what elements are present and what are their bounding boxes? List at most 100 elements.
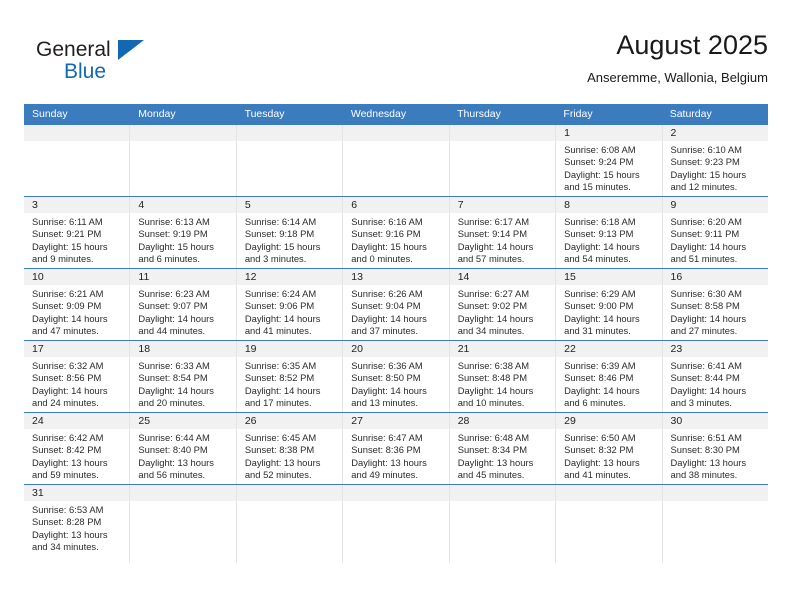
day-info-line: Daylight: 13 hours bbox=[564, 456, 640, 468]
day-info-line: Daylight: 14 hours bbox=[564, 312, 640, 324]
calendar-day-cell[interactable]: 19 Sunrise: 6:35 AM Sunset: 8:52 PM Dayligh… bbox=[235, 341, 343, 412]
calendar-day-cell[interactable]: 6 Sunrise: 6:16 AM Sunset: 9:16 PM Daylight… bbox=[342, 197, 449, 268]
day-info-line: Daylight: 13 hours bbox=[457, 456, 534, 468]
day-number: 24 bbox=[24, 413, 130, 429]
day-info-line: and 0 minutes. bbox=[351, 252, 413, 264]
calendar-day-cell[interactable]: 9 Sunrise: 6:20 AM Sunset: 9:11 PM Daylight… bbox=[661, 197, 768, 268]
calendar-day-cell[interactable]: 4 Sunrise: 6:13 AM Sunset: 9:19 PM Daylight… bbox=[129, 197, 236, 268]
day-info-line: and 59 minutes. bbox=[32, 468, 99, 480]
day-info-line: Sunset: 8:28 PM bbox=[32, 516, 102, 528]
day-info-line: Sunset: 8:42 PM bbox=[32, 444, 102, 456]
day-info-line: and 41 minutes. bbox=[564, 468, 631, 480]
day-info-line: Daylight: 15 hours bbox=[244, 240, 321, 252]
weekday-header-thursday: Thursday bbox=[457, 108, 501, 120]
day-number bbox=[24, 125, 130, 141]
calendar-day-cell[interactable]: 3 Sunrise: 6:11 AM Sunset: 9:21 PM Daylight… bbox=[24, 197, 130, 268]
calendar-day-cell[interactable]: 23 Sunrise: 6:41 AM Sunset: 8:44 PM Dayligh… bbox=[661, 341, 768, 412]
calendar-day-cell[interactable]: 13 Sunrise: 6:26 AM Sunset: 9:04 PM Dayligh… bbox=[342, 269, 449, 340]
calendar-empty-cell bbox=[448, 485, 556, 563]
day-info-line: and 31 minutes. bbox=[564, 324, 631, 336]
day-info-line: Sunrise: 6:27 AM bbox=[457, 288, 530, 299]
calendar-empty-cell bbox=[448, 125, 556, 196]
calendar-day-cell[interactable]: 5 Sunrise: 6:14 AM Sunset: 9:18 PM Daylight… bbox=[235, 197, 343, 268]
day-info-line: Daylight: 14 hours bbox=[351, 384, 427, 396]
calendar-weeks: 1 Sunrise: 6:08 AM Sunset: 9:24 PM Daylight… bbox=[24, 125, 768, 563]
day-info-line: Sunset: 9:07 PM bbox=[138, 300, 208, 312]
calendar-day-cell[interactable]: 16 Sunrise: 6:30 AM Sunset: 8:58 PM Dayligh… bbox=[661, 269, 768, 340]
blue-triangle-logo-icon bbox=[118, 40, 144, 60]
day-info-line: Daylight: 14 hours bbox=[457, 240, 534, 252]
calendar-day-cell[interactable]: 12 Sunrise: 6:24 AM Sunset: 9:06 PM Dayligh… bbox=[235, 269, 343, 340]
calendar-day-cell[interactable]: 26 Sunrise: 6:45 AM Sunset: 8:38 PM Dayligh… bbox=[235, 413, 343, 484]
day-sun-info: Sunrise: 6:33 AM Sunset: 8:54 PM Daylight:… bbox=[130, 357, 235, 409]
day-sun-info: Sunrise: 6:38 AM Sunset: 8:48 PM Daylight:… bbox=[450, 357, 555, 409]
day-info-line: Sunrise: 6:35 AM bbox=[244, 360, 317, 371]
day-info-line: and 41 minutes. bbox=[244, 324, 312, 336]
day-info-line: Sunrise: 6:29 AM bbox=[564, 288, 636, 299]
day-info-line: Sunrise: 6:23 AM bbox=[138, 288, 210, 299]
brand-logo[interactable]: General Blue bbox=[36, 38, 176, 90]
calendar-day-cell[interactable]: 30 Sunrise: 6:51 AM Sunset: 8:30 PM Dayligh… bbox=[661, 413, 768, 484]
day-info-line: Sunrise: 6:24 AM bbox=[244, 288, 317, 299]
calendar-day-cell[interactable]: 31 Sunrise: 6:53 AM Sunset: 8:28 PM Dayligh… bbox=[24, 485, 130, 563]
calendar-day-cell[interactable]: 29 Sunrise: 6:50 AM Sunset: 8:32 PM Dayligh… bbox=[555, 413, 662, 484]
day-number bbox=[343, 125, 449, 141]
day-info-line: Daylight: 13 hours bbox=[138, 456, 214, 468]
day-number bbox=[130, 485, 236, 501]
weekday-header-sunday: Sunday bbox=[32, 108, 68, 120]
day-info-line: Sunset: 9:18 PM bbox=[244, 228, 315, 240]
calendar-day-cell[interactable]: 22 Sunrise: 6:39 AM Sunset: 8:46 PM Dayligh… bbox=[555, 341, 662, 412]
day-sun-info bbox=[450, 501, 555, 504]
day-sun-info: Sunrise: 6:36 AM Sunset: 8:50 PM Daylight:… bbox=[343, 357, 448, 409]
calendar-empty-cell bbox=[342, 485, 449, 563]
day-number: 11 bbox=[130, 269, 236, 285]
day-number: 21 bbox=[449, 341, 556, 357]
day-info-line: Sunset: 8:54 PM bbox=[138, 372, 208, 384]
day-info-line: Daylight: 13 hours bbox=[244, 456, 321, 468]
day-info-line: and 10 minutes. bbox=[457, 396, 525, 408]
day-sun-info: Sunrise: 6:10 AM Sunset: 9:23 PM Daylight:… bbox=[663, 141, 768, 193]
day-info-line: and 51 minutes. bbox=[670, 252, 738, 264]
calendar-day-cell[interactable]: 25 Sunrise: 6:44 AM Sunset: 8:40 PM Dayligh… bbox=[129, 413, 236, 484]
calendar-day-cell[interactable]: 1 Sunrise: 6:08 AM Sunset: 9:24 PM Daylight… bbox=[555, 125, 662, 196]
day-number: 13 bbox=[343, 269, 449, 285]
day-sun-info: Sunrise: 6:17 AM Sunset: 9:14 PM Daylight:… bbox=[450, 213, 555, 265]
calendar-day-cell[interactable]: 10 Sunrise: 6:21 AM Sunset: 9:09 PM Dayligh… bbox=[24, 269, 130, 340]
calendar-day-cell[interactable]: 15 Sunrise: 6:29 AM Sunset: 9:00 PM Dayligh… bbox=[555, 269, 662, 340]
calendar-day-cell[interactable]: 21 Sunrise: 6:38 AM Sunset: 8:48 PM Dayligh… bbox=[448, 341, 556, 412]
brand-name-bottom: Blue bbox=[64, 60, 107, 83]
day-sun-info bbox=[130, 141, 235, 144]
weekday-header-saturday: Saturday bbox=[669, 108, 712, 120]
day-number: 12 bbox=[236, 269, 343, 285]
calendar-day-cell[interactable]: 24 Sunrise: 6:42 AM Sunset: 8:42 PM Dayligh… bbox=[24, 413, 130, 484]
day-number: 10 bbox=[24, 269, 130, 285]
calendar-day-cell[interactable]: 27 Sunrise: 6:47 AM Sunset: 8:36 PM Dayligh… bbox=[342, 413, 449, 484]
day-sun-info: Sunrise: 6:30 AM Sunset: 8:58 PM Daylight:… bbox=[663, 285, 768, 337]
day-info-line: Sunrise: 6:30 AM bbox=[670, 288, 742, 299]
calendar-day-cell[interactable]: 20 Sunrise: 6:36 AM Sunset: 8:50 PM Dayligh… bbox=[342, 341, 449, 412]
day-info-line: and 12 minutes. bbox=[670, 180, 738, 192]
day-number bbox=[556, 485, 662, 501]
day-info-line: Daylight: 14 hours bbox=[351, 312, 427, 324]
calendar-empty-cell bbox=[24, 125, 130, 196]
weekday-header-wednesday: Wednesday bbox=[350, 108, 407, 120]
day-info-line: Sunrise: 6:10 AM bbox=[670, 144, 742, 155]
day-info-line: Sunset: 9:13 PM bbox=[564, 228, 634, 240]
calendar-day-cell[interactable]: 11 Sunrise: 6:23 AM Sunset: 9:07 PM Dayligh… bbox=[129, 269, 236, 340]
page-subtitle: Anseremme, Wallonia, Belgium bbox=[587, 70, 768, 85]
day-number: 17 bbox=[24, 341, 130, 357]
calendar-day-cell[interactable]: 7 Sunrise: 6:17 AM Sunset: 9:14 PM Daylight… bbox=[448, 197, 556, 268]
calendar-day-cell[interactable]: 8 Sunrise: 6:18 AM Sunset: 9:13 PM Daylight… bbox=[555, 197, 662, 268]
calendar-day-cell[interactable]: 14 Sunrise: 6:27 AM Sunset: 9:02 PM Dayligh… bbox=[448, 269, 556, 340]
day-sun-info: Sunrise: 6:23 AM Sunset: 9:07 PM Daylight:… bbox=[130, 285, 235, 337]
calendar-day-cell[interactable]: 17 Sunrise: 6:32 AM Sunset: 8:56 PM Dayligh… bbox=[24, 341, 130, 412]
calendar-day-cell[interactable]: 18 Sunrise: 6:33 AM Sunset: 8:54 PM Dayligh… bbox=[129, 341, 236, 412]
day-sun-info: Sunrise: 6:18 AM Sunset: 9:13 PM Daylight:… bbox=[556, 213, 661, 265]
day-info-line: Sunrise: 6:48 AM bbox=[457, 432, 530, 443]
day-info-line: Sunset: 9:14 PM bbox=[457, 228, 527, 240]
calendar-day-cell[interactable]: 2 Sunrise: 6:10 AM Sunset: 9:23 PM Daylight… bbox=[661, 125, 768, 196]
calendar-day-cell[interactable]: 28 Sunrise: 6:48 AM Sunset: 8:34 PM Dayligh… bbox=[448, 413, 556, 484]
day-info-line: Daylight: 14 hours bbox=[138, 312, 214, 324]
day-info-line: Daylight: 14 hours bbox=[244, 384, 321, 396]
day-sun-info: Sunrise: 6:21 AM Sunset: 9:09 PM Daylight:… bbox=[24, 285, 129, 337]
